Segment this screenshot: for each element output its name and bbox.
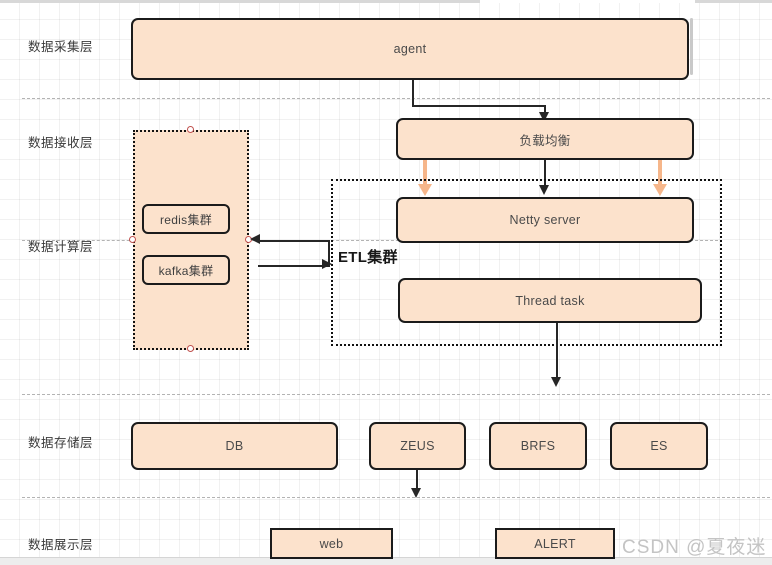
node-netty-server[interactable]: Netty server <box>396 197 694 243</box>
node-db[interactable]: DB <box>131 422 338 470</box>
layer-label-receive: 数据接收层 <box>28 136 94 150</box>
window-top-strip-gap <box>480 0 695 3</box>
group-queue-handle-top[interactable] <box>187 126 194 133</box>
node-kafka-cluster-label: kafka集群 <box>158 263 214 278</box>
divider-collect-receive <box>22 98 770 99</box>
connector-queue-etl-arrowhead <box>322 259 332 269</box>
node-brfs[interactable]: BRFS <box>489 422 587 470</box>
node-web-label: web <box>319 536 344 551</box>
node-web[interactable]: web <box>270 528 393 559</box>
node-redis-cluster[interactable]: redis集群 <box>142 204 230 234</box>
connector-thread-db-line <box>556 323 558 380</box>
group-queue-cluster <box>133 130 249 350</box>
node-redis-cluster-label: redis集群 <box>159 212 213 227</box>
node-alert[interactable]: ALERT <box>495 528 615 559</box>
node-zeus-label: ZEUS <box>400 439 435 453</box>
node-thread-task-label: Thread task <box>515 293 585 308</box>
csdn-watermark: CSDN @夏夜迷 <box>622 537 767 558</box>
node-alert-label: ALERT <box>534 536 576 551</box>
connector-agent-lb-seg1 <box>412 80 414 106</box>
node-brfs-label: BRFS <box>520 439 556 453</box>
diagram-canvas: 数据采集层 数据接收层 数据计算层 数据存储层 数据展示层 agent 负载均衡… <box>0 0 772 565</box>
node-zeus[interactable]: ZEUS <box>369 422 466 470</box>
divider-storage-present <box>22 497 770 498</box>
node-agent-label: agent <box>393 42 427 56</box>
connector-etl-queue-seg1 <box>258 240 329 242</box>
connector-queue-etl-seg1 <box>258 265 330 267</box>
group-queue-handle-left[interactable] <box>129 236 136 243</box>
node-netty-server-label: Netty server <box>509 213 581 227</box>
divider-compute-storage <box>22 394 770 395</box>
connector-etl-queue-arrowhead <box>250 234 260 244</box>
layer-label-storage: 数据存储层 <box>28 436 94 450</box>
connector-agent-lb-seg2 <box>412 105 545 107</box>
node-load-balancer-label: 负载均衡 <box>519 133 571 148</box>
node-load-balancer[interactable]: 负载均衡 <box>396 118 694 160</box>
layer-label-collect: 数据采集层 <box>28 40 94 54</box>
layer-label-present: 数据展示层 <box>28 538 94 552</box>
node-es[interactable]: ES <box>610 422 708 470</box>
vertical-scrollbar[interactable] <box>690 18 693 75</box>
group-etl-cluster-caption: ETL集群 <box>338 249 398 266</box>
connector-thread-db-arrowhead <box>551 377 561 387</box>
node-agent[interactable]: agent <box>131 18 689 80</box>
node-db-label: DB <box>225 439 244 453</box>
connector-zeus-web-arrowhead <box>411 488 421 498</box>
node-thread-task[interactable]: Thread task <box>398 278 702 323</box>
node-es-label: ES <box>650 439 668 453</box>
layer-label-compute: 数据计算层 <box>28 240 94 254</box>
node-kafka-cluster[interactable]: kafka集群 <box>142 255 230 285</box>
group-queue-handle-bottom[interactable] <box>187 345 194 352</box>
